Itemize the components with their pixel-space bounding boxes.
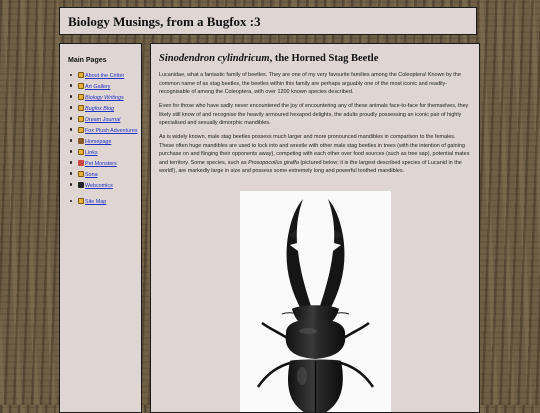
- main-content: Sinodendron cylindricum, the Horned Stag…: [150, 43, 480, 413]
- sidebar-item-pet-monsters[interactable]: Pet Monsters: [70, 159, 137, 168]
- paragraph-mandibles: As is widely known, male stag beetles po…: [159, 133, 472, 176]
- sidebar-item-site-map[interactable]: Site Map: [70, 198, 106, 206]
- article-title-common: , the Horned Stag Beetle: [269, 53, 379, 64]
- bugfox-icon: [78, 170, 84, 177]
- bugfox-icon: [78, 72, 84, 78]
- sidebar-heading: Main Pages: [68, 57, 107, 64]
- paragraph-intro: Lucanidae, what a fantastic family of be…: [159, 72, 461, 96]
- comic-icon: [78, 181, 84, 188]
- sidebar-item-sona[interactable]: Sona: [70, 170, 137, 179]
- bugfox-icon: [78, 148, 84, 155]
- sidebar-item-fox-plush[interactable]: Fox Plush Adventures: [70, 126, 137, 135]
- sidebar-link-homepage[interactable]: Homepage: [85, 139, 111, 145]
- pet-icon: [78, 159, 84, 166]
- bugfox-icon: [78, 198, 84, 204]
- sidebar-item-homepage[interactable]: Homepage: [70, 137, 137, 146]
- sidebar-link-site-map[interactable]: Site Map: [85, 199, 106, 205]
- sidebar-item-biology-writings[interactable]: Biology Writings: [70, 93, 137, 102]
- sidebar-link-webcomics[interactable]: Webcomics: [85, 183, 113, 189]
- sidebar-link-biology-writings[interactable]: Biology Writings: [85, 95, 124, 101]
- sidebar-link-fox-plush[interactable]: Fox Plush Adventures: [85, 128, 137, 134]
- sidebar-link-dream-journal[interactable]: Dream Journal: [85, 117, 120, 123]
- sidebar-item-webcomics[interactable]: Webcomics: [70, 181, 137, 190]
- sidebar-link-about[interactable]: About the Critter: [85, 73, 124, 79]
- site-title: Biology Musings, from a Bugfox :3: [68, 14, 261, 29]
- site-header: Biology Musings, from a Bugfox :3: [59, 7, 477, 35]
- article-title-species: Sinodendron cylindricum: [159, 53, 270, 64]
- sidebar: Main Pages About the Critter Art Gallery…: [59, 43, 142, 413]
- sidebar-item-dream-journal[interactable]: Dream Journal: [70, 115, 137, 124]
- bugfox-icon: [78, 115, 84, 122]
- sidebar-item-about[interactable]: About the Critter: [70, 72, 137, 80]
- bugfox-icon: [78, 93, 84, 100]
- sitemap-list: Site Map: [70, 198, 106, 209]
- sidebar-link-sona[interactable]: Sona: [85, 172, 98, 178]
- bugfox-icon: [78, 104, 84, 111]
- sidebar-item-art-gallery[interactable]: Art Gallery: [70, 82, 137, 91]
- sidebar-item-links[interactable]: Links: [70, 148, 137, 157]
- paragraph-encounter: Even for those who have sadly never enco…: [159, 103, 469, 127]
- sidebar-link-bugfox-blog[interactable]: Bugfox Blog: [85, 106, 114, 112]
- article-title: Sinodendron cylindricum, the Horned Stag…: [159, 53, 378, 64]
- species-name-giraffa: Prosopocoilus giraffa: [248, 159, 299, 166]
- sidebar-item-bugfox-blog[interactable]: Bugfox Blog: [70, 104, 137, 113]
- stag-beetle-photo: [240, 191, 391, 412]
- sidebar-link-links[interactable]: Links: [85, 150, 98, 156]
- main-pages-list: About the Critter Art Gallery Biology Wr…: [70, 72, 137, 193]
- bugfox-icon: [78, 82, 84, 89]
- stag-beetle-image: [256, 199, 375, 412]
- bugfox-icon: [78, 126, 84, 133]
- sidebar-link-art-gallery[interactable]: Art Gallery: [85, 84, 110, 90]
- sidebar-link-pet-monsters[interactable]: Pet Monsters: [85, 161, 117, 167]
- house-icon: [78, 137, 84, 144]
